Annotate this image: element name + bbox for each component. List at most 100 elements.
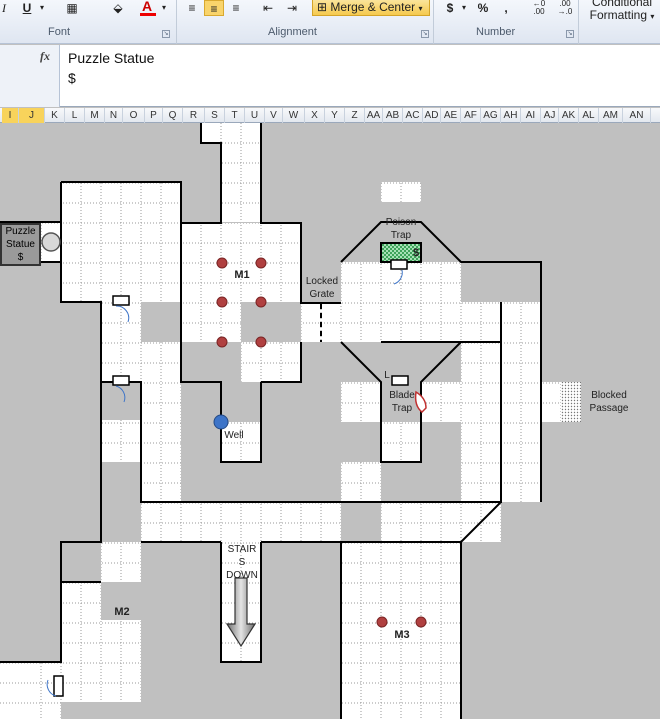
column-header-m[interactable]: M — [85, 108, 105, 123]
currency-dropdown-icon[interactable]: ▾ — [460, 0, 468, 16]
room-m2-label: M2 — [114, 606, 130, 618]
merge-dropdown-icon: ▾ — [418, 4, 423, 13]
door-4 — [53, 675, 64, 697]
borders-button[interactable]: ▦ — [62, 0, 82, 16]
decrease-decimal-button[interactable]: .00 →.0 — [556, 0, 574, 16]
italic-button[interactable]: I — [0, 0, 8, 16]
fill-color-button[interactable]: ⬙ — [108, 0, 128, 16]
monster-marker-0 — [216, 257, 228, 269]
column-header-an[interactable]: AN — [623, 108, 651, 123]
merge-center-button[interactable]: ⊞ Merge & Center ▾ — [312, 0, 430, 16]
column-header-n[interactable]: N — [105, 108, 123, 123]
number-dialog-launcher[interactable]: ↘ — [566, 30, 574, 38]
align-right-button[interactable]: ≡ — [228, 0, 244, 16]
column-header-x[interactable]: X — [305, 108, 325, 123]
column-header-z[interactable]: Z — [345, 108, 365, 123]
column-header-ah[interactable]: AH — [501, 108, 521, 123]
poison-trap-dollar: $ — [412, 247, 420, 259]
blocked-passage-label: Blocked Passage — [589, 390, 629, 414]
column-header-am[interactable]: AM — [599, 108, 623, 123]
column-header-ac[interactable]: AC — [403, 108, 423, 123]
formula-input[interactable]: Puzzle Statue $ — [68, 48, 154, 88]
blade-trap-label: Blade Trap — [389, 390, 415, 414]
column-header-aj[interactable]: AJ — [541, 108, 559, 123]
comma-button[interactable]: , — [500, 0, 512, 16]
align-center-button[interactable]: ≡ — [204, 0, 224, 16]
column-header-j[interactable]: J — [19, 108, 45, 123]
poison-trap-label: Poison Trap — [385, 217, 417, 241]
alignment-dialog-launcher[interactable]: ↘ — [421, 30, 429, 38]
monster-marker-3 — [255, 296, 267, 308]
font-color-dropdown-icon[interactable]: ▾ — [160, 0, 168, 16]
font-dialog-launcher[interactable]: ↘ — [162, 30, 170, 38]
column-header-k[interactable]: K — [45, 108, 65, 123]
font-group-label: Font — [48, 26, 71, 38]
align-left-button[interactable]: ≡ — [184, 0, 200, 16]
ribbon: I U ▾ ▦ ⬙ A ▾ Font ↘ ≡ ≡ ≡ ⇤ ⇥ ⊞ Merge &… — [0, 0, 660, 44]
column-header-ae[interactable]: AE — [441, 108, 461, 123]
door-3 — [391, 375, 409, 386]
column-header-ag[interactable]: AG — [481, 108, 501, 123]
decrease-indent-button[interactable]: ⇤ — [260, 0, 276, 16]
column-header-u[interactable]: U — [245, 108, 265, 123]
formula-bar: fx Puzzle Statue $ — [0, 45, 660, 107]
monster-marker-1 — [255, 257, 267, 269]
room-m3-label: M3 — [394, 629, 410, 641]
currency-button[interactable]: $ — [444, 0, 456, 16]
well-icon — [213, 414, 229, 430]
column-header-w[interactable]: W — [283, 108, 305, 123]
door-0 — [112, 295, 130, 306]
column-header-aa[interactable]: AA — [365, 108, 383, 123]
blade-trap-marker: L — [384, 370, 390, 381]
blocked-passage-tile — [561, 382, 581, 422]
monster-marker-6 — [376, 616, 388, 628]
formula-line-1: Puzzle Statue — [68, 50, 155, 66]
column-header-l[interactable]: L — [65, 108, 85, 123]
dungeon-map — [0, 123, 660, 719]
monster-marker-7 — [415, 616, 427, 628]
fx-icon[interactable]: fx — [40, 49, 50, 64]
worksheet-grid[interactable]: Puzzle Statue $ Poison Trap $ Locked Grate B… — [0, 123, 660, 719]
puzzle-statue-label: Puzzle Statue $ — [0, 223, 41, 266]
formatting-label: Formatting ▾ — [589, 8, 655, 22]
column-header-s[interactable]: S — [205, 108, 225, 123]
percent-button[interactable]: % — [476, 0, 490, 16]
column-header-ai[interactable]: AI — [521, 108, 541, 123]
font-color-swatch — [140, 13, 156, 16]
column-header-r[interactable]: R — [183, 108, 205, 123]
column-header-t[interactable]: T — [225, 108, 245, 123]
door-1 — [112, 375, 130, 386]
column-header-v[interactable]: V — [265, 108, 283, 123]
increase-decimal-button[interactable]: ←0.00 — [530, 0, 548, 16]
column-header-ad[interactable]: AD — [423, 108, 441, 123]
name-box-area: fx — [0, 45, 60, 107]
column-header-o[interactable]: O — [123, 108, 145, 123]
monster-marker-5 — [255, 336, 267, 348]
underline-dropdown-icon[interactable]: ▾ — [38, 0, 46, 16]
merge-center-label: Merge & Center — [330, 0, 416, 14]
column-header-ab[interactable]: AB — [383, 108, 403, 123]
conditional-formatting-button[interactable]: Conditional Formatting ▾ — [582, 0, 660, 23]
column-header-ak[interactable]: AK — [559, 108, 579, 123]
column-header-y[interactable]: Y — [325, 108, 345, 123]
number-group-label: Number — [476, 26, 516, 38]
stairs-down-label: STAIR S DOWN — [226, 544, 258, 581]
alignment-group-label: Alignment — [268, 26, 317, 38]
puzzle-statue-icon — [41, 232, 61, 252]
column-header-p[interactable]: P — [145, 108, 163, 123]
increase-indent-button[interactable]: ⇥ — [284, 0, 300, 16]
formula-line-2: $ — [68, 70, 76, 86]
locked-grate-label: Locked Grate — [305, 276, 339, 300]
column-header-al[interactable]: AL — [579, 108, 599, 123]
column-headers: I J K L M N O P Q R S T U V W X Y Z AA AB AC AD AE AF AG AH AI AJ AK… — [0, 108, 660, 123]
column-header-q[interactable]: Q — [163, 108, 183, 123]
column-header-i[interactable]: I — [2, 108, 19, 123]
monster-marker-4 — [216, 336, 228, 348]
column-header-af[interactable]: AF — [461, 108, 481, 123]
merge-center-icon: ⊞ — [317, 0, 328, 14]
font-color-button[interactable]: A — [140, 0, 154, 14]
monster-marker-2 — [216, 296, 228, 308]
underline-button[interactable]: U — [20, 0, 34, 16]
well-label: Well — [224, 430, 244, 441]
door-2 — [390, 259, 408, 270]
